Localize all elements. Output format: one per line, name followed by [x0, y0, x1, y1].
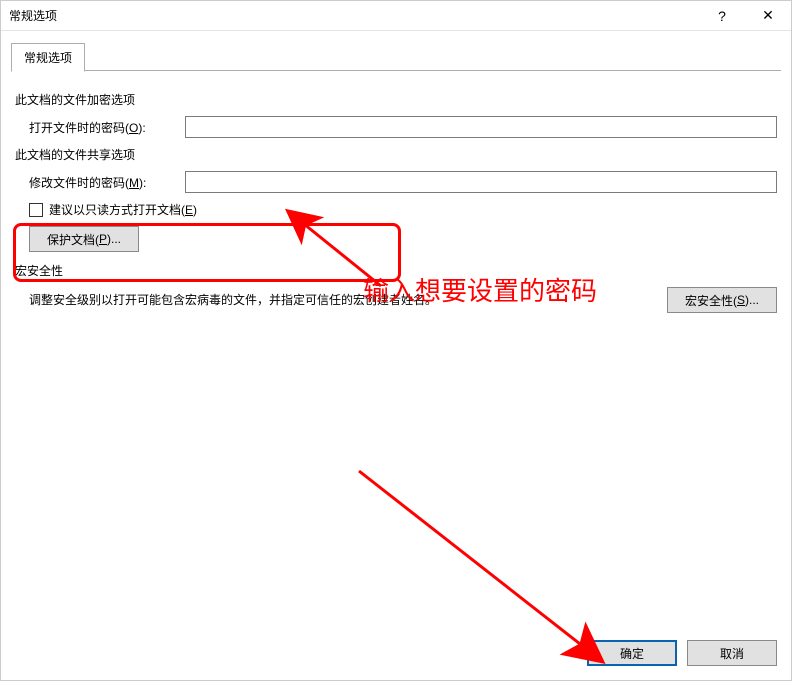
titlebar: 常规选项 ? ✕ [1, 1, 791, 31]
modify-password-input[interactable] [185, 171, 777, 193]
general-options-dialog: 常规选项 ? ✕ 常规选项 此文档的文件加密选项 打开文件时的密码(O): 此文… [0, 0, 792, 681]
protect-document-button[interactable]: 保护文档(P)... [29, 226, 139, 252]
modify-password-row: 修改文件时的密码(M): [15, 171, 777, 193]
section-encrypt-label: 此文档的文件加密选项 [15, 91, 777, 108]
open-password-input[interactable] [185, 116, 777, 138]
macro-desc: 调整安全级别以打开可能包含宏病毒的文件，并指定可信任的宏创建者姓名。 [29, 287, 657, 308]
open-password-row: 打开文件时的密码(O): [15, 116, 777, 138]
open-password-label: 打开文件时的密码(O): [29, 119, 185, 136]
help-button[interactable]: ? [699, 1, 745, 30]
tabstrip: 常规选项 [11, 43, 781, 71]
dialog-footer: 确定 取消 [587, 640, 777, 666]
tab-general-options[interactable]: 常规选项 [11, 43, 85, 72]
protect-doc-row: 保护文档(P)... [29, 226, 777, 252]
close-button[interactable]: ✕ [745, 1, 791, 30]
readonly-label: 建议以只读方式打开文档(E) [49, 201, 197, 218]
cancel-button[interactable]: 取消 [687, 640, 777, 666]
macro-security-button[interactable]: 宏安全性(S)... [667, 287, 777, 313]
readonly-row[interactable]: 建议以只读方式打开文档(E) [29, 201, 777, 218]
tab-label: 常规选项 [24, 49, 72, 66]
content-panel: 此文档的文件加密选项 打开文件时的密码(O): 此文档的文件共享选项 修改文件时… [1, 71, 791, 313]
titlebar-right: ? ✕ [699, 1, 791, 30]
window-title: 常规选项 [9, 7, 57, 24]
modify-password-label: 修改文件时的密码(M): [29, 174, 185, 191]
section-share-label: 此文档的文件共享选项 [15, 146, 777, 163]
macro-row: 调整安全级别以打开可能包含宏病毒的文件，并指定可信任的宏创建者姓名。 宏安全性(… [29, 287, 777, 313]
tab-baseline [11, 70, 781, 71]
readonly-checkbox[interactable] [29, 203, 43, 217]
ok-button[interactable]: 确定 [587, 640, 677, 666]
section-macro-label: 宏安全性 [15, 262, 777, 279]
